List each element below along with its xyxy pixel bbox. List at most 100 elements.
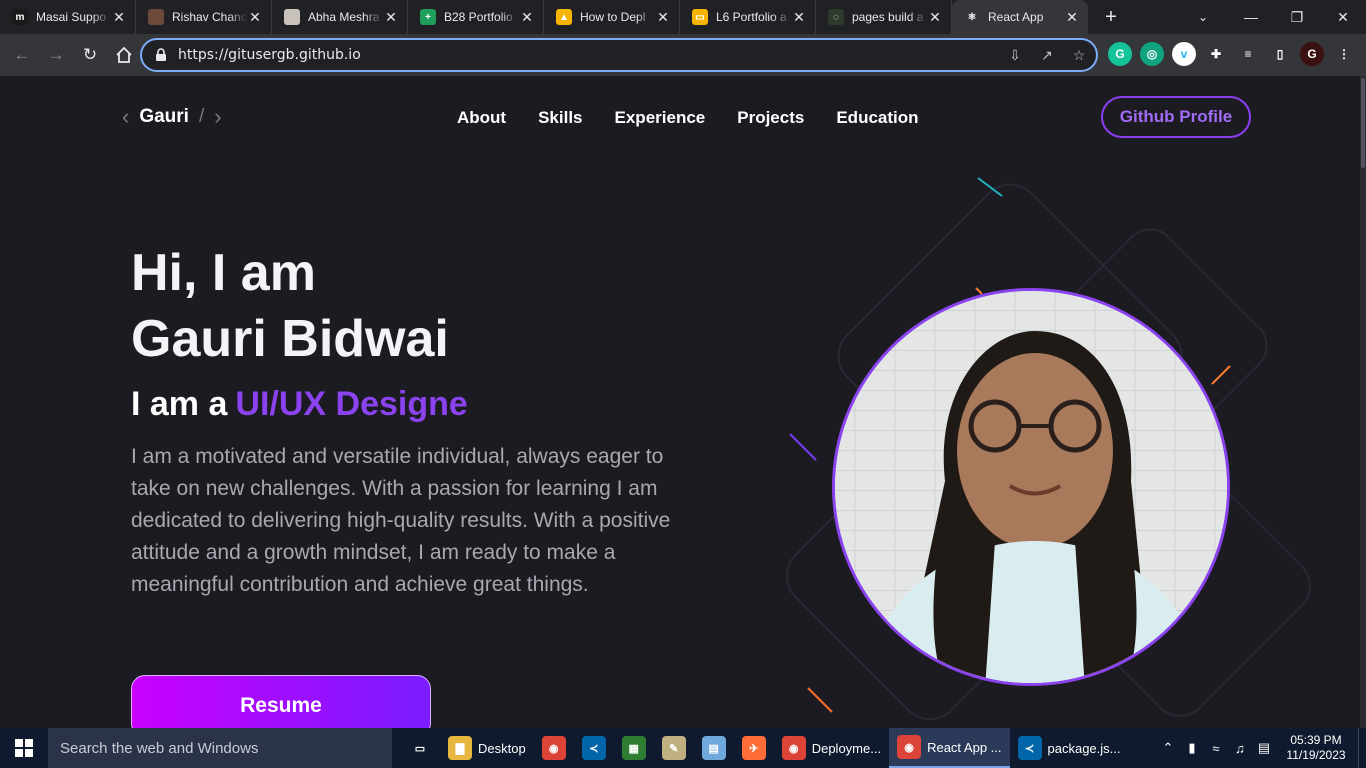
main-menu: About Skills Experience Projects Educati… bbox=[457, 108, 919, 128]
windows-logo-icon bbox=[15, 739, 33, 757]
system-tray: ⌃ ▮ ≈ ♫ ▤ 05:39 PM 11/19/2023 bbox=[1156, 728, 1366, 768]
taskbar-item[interactable]: ≺ bbox=[574, 728, 614, 768]
minimize-button[interactable]: — bbox=[1228, 0, 1274, 34]
side-panel-icon[interactable]: ▯ bbox=[1268, 42, 1292, 66]
nav-link-experience[interactable]: Experience bbox=[615, 108, 706, 128]
action-center-icon[interactable]: ▤ bbox=[1252, 740, 1276, 756]
address-bar[interactable]: https://gitusergb.github.io ⇩ ↗ ☆ bbox=[140, 38, 1098, 72]
tab-search-chevron-icon[interactable]: ⌄ bbox=[1188, 0, 1218, 34]
taskbar-item[interactable]: ◉ bbox=[534, 728, 574, 768]
taskbar-item-label: Deployme... bbox=[811, 740, 882, 756]
volume-icon[interactable]: ♫ bbox=[1228, 741, 1252, 756]
tab-close-icon[interactable]: ✕ bbox=[791, 9, 807, 26]
taskbar-item[interactable]: ≺ package.js... bbox=[1010, 728, 1129, 768]
browser-tab[interactable]: m Masai Suppo ✕ bbox=[0, 0, 136, 34]
tab-strip: m Masai Suppo ✕ Rishav Chand ✕ Abha Meshra ✕ + B… bbox=[0, 0, 1366, 34]
puzzle-icon[interactable]: ✚ bbox=[1204, 42, 1228, 66]
taskbar-item[interactable]: ✈ bbox=[734, 728, 774, 768]
kebab-menu-icon[interactable]: ⋮ bbox=[1332, 42, 1356, 66]
taskbar-item[interactable]: ▦ bbox=[614, 728, 654, 768]
nav-link-projects[interactable]: Projects bbox=[737, 108, 804, 128]
show-desktop-button[interactable] bbox=[1358, 728, 1366, 768]
home-button[interactable] bbox=[108, 39, 140, 71]
tab-close-icon[interactable]: ✕ bbox=[1064, 9, 1080, 26]
share-icon[interactable]: ↗ bbox=[1038, 46, 1056, 64]
browser-tab[interactable]: Rishav Chand ✕ bbox=[136, 0, 272, 34]
clock-time: 05:39 PM bbox=[1290, 733, 1342, 747]
browser-tab[interactable]: ▲ How to Depl ✕ bbox=[544, 0, 680, 34]
chrome-profile-icon: ◉ bbox=[897, 735, 922, 759]
nav-link-education[interactable]: Education bbox=[836, 108, 918, 128]
maximize-button[interactable]: ❐ bbox=[1274, 0, 1320, 34]
lock-icon[interactable] bbox=[154, 48, 168, 62]
typed-role: UI/UX Designe bbox=[235, 385, 468, 423]
battery-icon[interactable]: ▮ bbox=[1180, 740, 1204, 756]
browser-tab[interactable]: ▭ L6 Portfolio a ✕ bbox=[680, 0, 816, 34]
browser-toolbar: ← → ↻ https://gitusergb.github.io ⇩ ↗ ☆ … bbox=[0, 34, 1366, 76]
back-button[interactable]: ← bbox=[6, 39, 38, 71]
spreadsheet-icon: ▦ bbox=[621, 736, 646, 760]
notepad-icon: ▤ bbox=[701, 736, 726, 760]
grammarly-icon[interactable]: G bbox=[1108, 42, 1132, 66]
hero-tagline: I am a UI/UX Designe bbox=[131, 385, 468, 424]
taskbar-item[interactable]: ▤ bbox=[694, 728, 734, 768]
tab-label: pages build a bbox=[852, 10, 924, 24]
taskbar-item[interactable]: ✎ bbox=[654, 728, 694, 768]
tray-chevron-icon[interactable]: ⌃ bbox=[1156, 740, 1180, 756]
hero-heading: Hi, I am Gauri Bidwai bbox=[131, 240, 449, 372]
vimeo-icon[interactable]: v bbox=[1172, 42, 1196, 66]
url-text[interactable]: https://gitusergb.github.io bbox=[178, 47, 361, 63]
new-tab-button[interactable]: + bbox=[1096, 0, 1126, 34]
browser-tab[interactable]: Abha Meshra ✕ bbox=[272, 0, 408, 34]
github-profile-button[interactable]: Github Profile bbox=[1101, 96, 1251, 138]
taskbar-item-label: Desktop bbox=[478, 740, 526, 756]
logo-slash: / bbox=[198, 106, 205, 127]
browser-tab[interactable]: ⚛ React App ✕ bbox=[952, 0, 1088, 34]
reload-button[interactable]: ↻ bbox=[74, 39, 106, 71]
tab-close-icon[interactable]: ✕ bbox=[927, 9, 943, 26]
tab-close-icon[interactable]: ✕ bbox=[519, 9, 535, 26]
google-drive-icon: ▲ bbox=[556, 9, 572, 25]
user-avatar-icon bbox=[148, 9, 164, 25]
windows-start-button[interactable] bbox=[0, 728, 48, 768]
vscode-icon: ≺ bbox=[581, 736, 606, 760]
tab-label: React App bbox=[988, 10, 1044, 24]
taskbar-item[interactable]: ▇ Desktop bbox=[440, 728, 534, 768]
taskbar-item-label: React App ... bbox=[927, 739, 1002, 755]
taskbar-item[interactable]: ◉ React App ... bbox=[889, 728, 1010, 768]
site-navbar: ‹ Gauri / › About Skills Experience Proj… bbox=[0, 76, 1360, 160]
site-logo[interactable]: ‹ Gauri / › bbox=[122, 104, 222, 130]
media-control-icon[interactable]: ≡ bbox=[1236, 42, 1260, 66]
postman-icon: ✈ bbox=[741, 736, 766, 760]
page-scrollbar[interactable] bbox=[1360, 76, 1366, 728]
install-app-icon[interactable]: ⇩ bbox=[1006, 46, 1024, 64]
task-view-icon: ▭ bbox=[414, 742, 426, 755]
taskbar-search-box[interactable]: Search the web and Windows bbox=[48, 728, 392, 768]
bookmark-star-icon[interactable]: ☆ bbox=[1070, 46, 1088, 64]
forward-button[interactable]: → bbox=[40, 39, 72, 71]
chevron-right-icon: › bbox=[214, 104, 222, 129]
hero-name: Gauri Bidwai bbox=[131, 310, 449, 368]
vscode-icon: ≺ bbox=[1017, 736, 1042, 760]
browser-tab[interactable]: + B28 Portfolio ✕ bbox=[408, 0, 544, 34]
resume-button[interactable]: Resume bbox=[131, 675, 431, 728]
masai-icon: m bbox=[12, 9, 28, 25]
taskbar-item[interactable]: ▭ bbox=[400, 728, 440, 768]
browser-tab[interactable]: ◌ pages build a ✕ bbox=[816, 0, 952, 34]
tab-close-icon[interactable]: ✕ bbox=[383, 9, 399, 26]
page-viewport: ‹ Gauri / › About Skills Experience Proj… bbox=[0, 76, 1366, 728]
nav-link-skills[interactable]: Skills bbox=[538, 108, 582, 128]
taskbar-item[interactable]: ◉ Deployme... bbox=[774, 728, 889, 768]
nav-link-about[interactable]: About bbox=[457, 108, 506, 128]
chat-extension-icon[interactable]: ◎ bbox=[1140, 42, 1164, 66]
chevron-left-icon: ‹ bbox=[122, 104, 130, 129]
tab-close-icon[interactable]: ✕ bbox=[111, 9, 127, 26]
tab-close-icon[interactable]: ✕ bbox=[247, 9, 263, 26]
close-window-button[interactable]: ✕ bbox=[1320, 0, 1366, 34]
wifi-icon[interactable]: ≈ bbox=[1204, 741, 1228, 756]
taskbar-clock[interactable]: 05:39 PM 11/19/2023 bbox=[1280, 733, 1352, 763]
profile-avatar-icon[interactable]: G bbox=[1300, 42, 1324, 66]
google-slides-icon: ▭ bbox=[692, 9, 708, 25]
tab-close-icon[interactable]: ✕ bbox=[655, 9, 671, 26]
tab-label: B28 Portfolio bbox=[444, 10, 513, 24]
